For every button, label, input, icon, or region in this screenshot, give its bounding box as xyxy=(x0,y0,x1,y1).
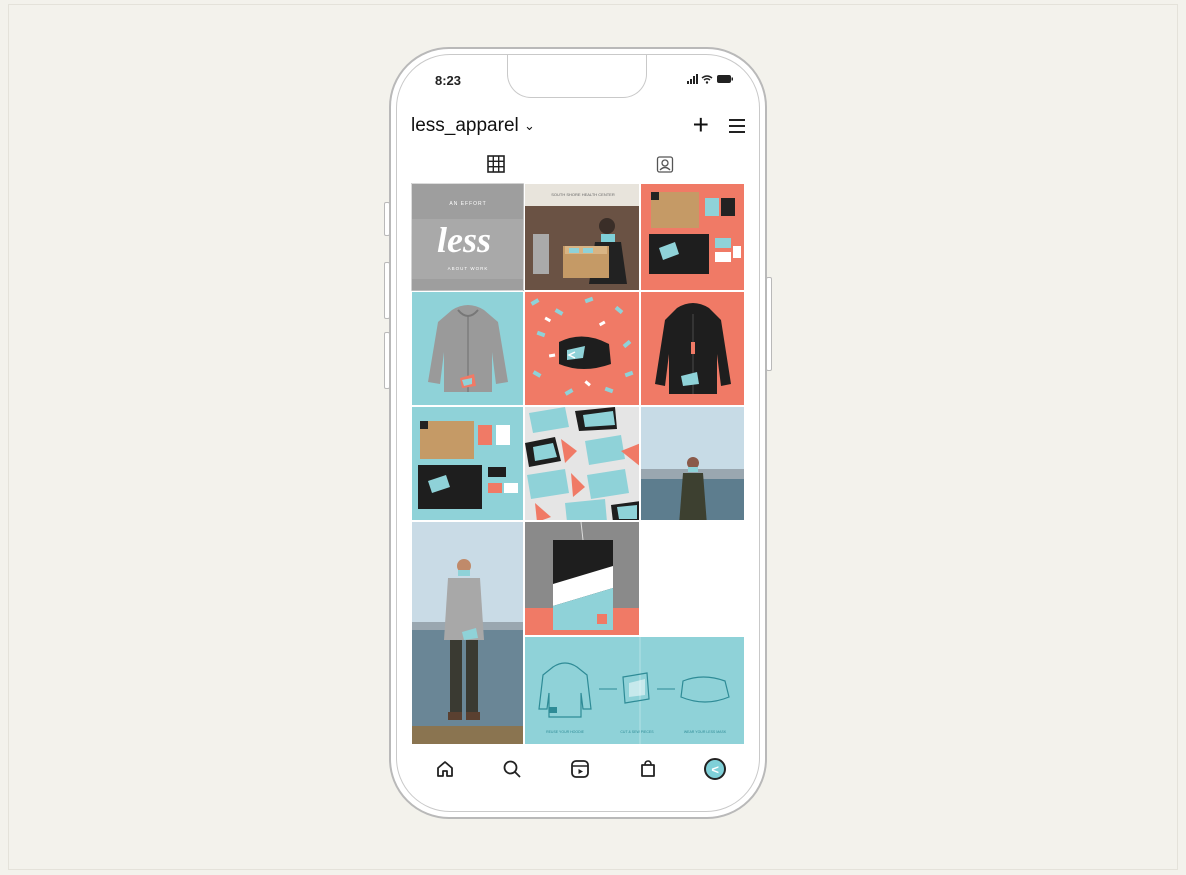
phone-power-button xyxy=(766,277,772,371)
chevron-down-icon: ⌄ xyxy=(524,117,535,133)
profile-tabs xyxy=(411,155,749,179)
tab-tagged[interactable] xyxy=(580,155,749,178)
hamburger-menu-icon[interactable] xyxy=(729,119,745,137)
post-woman-waterfront[interactable] xyxy=(640,406,745,521)
post-kit-flatlay-coral[interactable] xyxy=(640,183,745,291)
cover-bottom-text: ABOUT WORK xyxy=(448,266,489,271)
post-hang-tag[interactable] xyxy=(524,521,640,636)
posts-grid: AN EFFORT less ABOUT WORK SOUTH SHORE HE… xyxy=(411,183,745,745)
step-2-label: CUT & SEW PIECES xyxy=(620,730,654,734)
phone-silent-switch xyxy=(384,202,390,236)
poster-text: SOUTH SHORE HEALTH CENTER xyxy=(551,192,615,197)
phone-screen: 8:23 less_apparel ⌄ + AN EFFORT less ABO… xyxy=(396,54,760,812)
account-switcher[interactable]: less_apparel ⌄ xyxy=(411,115,535,137)
status-icons xyxy=(687,73,735,88)
phone-volume-down xyxy=(384,332,390,389)
shop-icon[interactable] xyxy=(635,756,661,782)
tab-posts-grid[interactable] xyxy=(411,155,580,178)
post-cover[interactable]: AN EFFORT less ABOUT WORK xyxy=(411,183,524,291)
post-process-diagram[interactable]: REUSE YOUR HOODIE CUT & SEW PIECES WEAR … xyxy=(524,636,745,745)
cover-logo-text: less xyxy=(437,220,491,260)
reels-icon[interactable] xyxy=(567,756,593,782)
bottom-nav: < xyxy=(411,747,749,791)
cover-top-text: AN EFFORT xyxy=(449,201,486,207)
post-masks-stacked[interactable] xyxy=(524,406,640,521)
create-post-button[interactable]: + xyxy=(693,109,709,141)
phone-mockup: 8:23 less_apparel ⌄ + AN EFFORT less ABO… xyxy=(384,47,772,819)
grid-icon xyxy=(486,155,505,173)
profile-nav-button[interactable]: < xyxy=(702,756,728,782)
profile-header: less_apparel ⌄ + xyxy=(411,109,749,141)
tagged-icon xyxy=(656,156,673,173)
step-1-label: REUSE YOUR HOODIE xyxy=(546,730,585,734)
home-icon[interactable] xyxy=(432,756,458,782)
status-time: 8:23 xyxy=(435,73,462,88)
username: less_apparel xyxy=(411,115,519,136)
phone-notch xyxy=(507,55,647,98)
post-man-waterfront[interactable] xyxy=(411,521,524,745)
profile-avatar: < xyxy=(704,758,727,780)
post-mask-pattern[interactable] xyxy=(524,291,640,406)
signal-wifi-battery-icon xyxy=(687,74,733,84)
post-kit-flatlay-teal[interactable] xyxy=(411,406,524,521)
step-3-label: WEAR YOUR LESS MASK xyxy=(684,730,727,734)
search-icon[interactable] xyxy=(499,756,525,782)
phone-volume-up xyxy=(384,262,390,319)
post-grey-hoodie[interactable] xyxy=(411,291,524,406)
post-black-hoodie[interactable] xyxy=(640,291,745,406)
post-volunteer-box[interactable]: SOUTH SHORE HEALTH CENTER xyxy=(524,183,640,291)
